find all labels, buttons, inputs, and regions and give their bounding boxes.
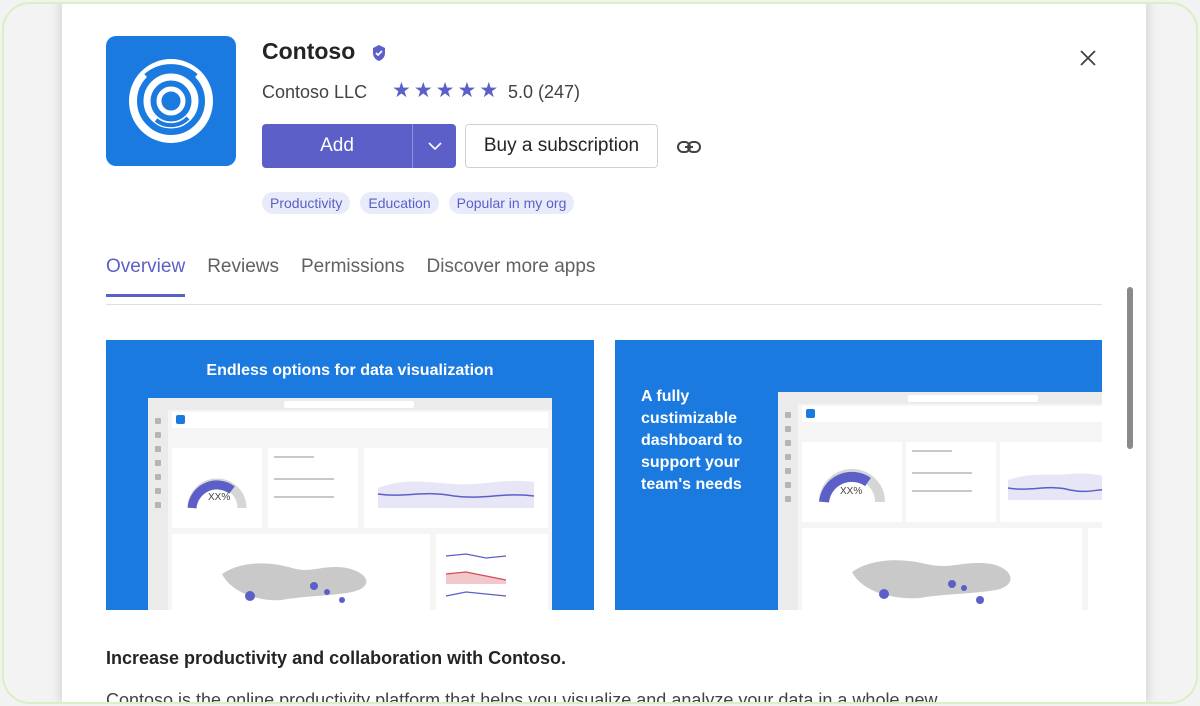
link-icon[interactable] (676, 134, 702, 160)
screenshot-card-1[interactable]: Endless options for data visualization X… (106, 340, 594, 610)
preview-gauge-card: XX% (172, 448, 262, 528)
preview-app-rail (148, 410, 168, 610)
dashboard-preview: XX% (148, 398, 552, 610)
preview-header (802, 406, 1102, 422)
concentric-rings-icon (129, 59, 213, 143)
screenshot-2-title: A fully custimizable dashboard to suppor… (641, 388, 743, 493)
gauge-value: XX% (840, 486, 863, 497)
verified-badge-icon (373, 45, 385, 61)
trend-chart-graphic (445, 553, 507, 597)
buy-subscription-button[interactable]: Buy a subscription (465, 124, 658, 168)
app-logo (106, 36, 236, 166)
preview-number-card (906, 442, 996, 522)
add-options-dropdown[interactable] (412, 124, 456, 168)
preview-trend-card (436, 534, 548, 610)
preview-header (172, 412, 548, 428)
description-heading: Increase productivity and collaboration … (106, 648, 567, 668)
tab-divider (106, 304, 1102, 305)
star-icon: ★ (392, 79, 411, 102)
tab-permissions[interactable]: Permissions (301, 256, 404, 297)
category-tags: Productivity Education Popular in my org (262, 192, 575, 214)
area-chart-graphic (1007, 473, 1102, 500)
preview-map-card (172, 534, 430, 610)
tag-productivity[interactable]: Productivity (262, 192, 351, 214)
screenshot-card-2[interactable]: A fully custimizable dashboard to suppor… (615, 340, 1102, 610)
tab-bar: Overview Reviews Permissions Discover mo… (106, 256, 595, 297)
preview-logo (806, 409, 815, 418)
preview-titlebar (148, 398, 552, 410)
publisher-name: Contoso LLC (262, 82, 368, 102)
preview-gauge-card: XX% (802, 442, 902, 522)
preview-app-rail (778, 404, 798, 610)
tab-discover-more-apps[interactable]: Discover more apps (426, 256, 595, 297)
app-title: Contoso (262, 38, 356, 64)
preview-search-bar (908, 395, 1038, 402)
add-button[interactable]: Add (262, 124, 412, 168)
star-icon: ★ (435, 79, 455, 102)
close-icon[interactable] (1078, 48, 1098, 68)
preview-trend-card (1088, 528, 1102, 610)
preview-number-card (268, 448, 358, 528)
star-icon: ★ (413, 79, 433, 102)
screenshot-1-title: Endless options for data visualization (206, 362, 494, 379)
preview-map-card (802, 528, 1082, 610)
star-icon: ★ (479, 79, 499, 102)
star-icon: ★ (457, 79, 477, 102)
tab-overview[interactable]: Overview (106, 256, 186, 297)
rating-text: 5.0 (247) (508, 82, 581, 102)
app-details-panel: Contoso Contoso LLC ★ ★ ★ ★ ★ 5.0 (247) … (62, 4, 1146, 704)
preview-area-card (1000, 442, 1102, 522)
preview-logo (176, 415, 185, 424)
tag-education[interactable]: Education (360, 192, 439, 214)
gauge-value: XX% (208, 492, 231, 503)
preview-titlebar (778, 392, 1102, 404)
preview-search-bar (284, 401, 414, 408)
world-map-graphic (852, 560, 1011, 604)
dashboard-preview: XX% (778, 392, 1102, 610)
world-map-graphic (222, 563, 367, 603)
area-chart-graphic (377, 480, 535, 508)
gauge-chart-graphic (819, 469, 885, 503)
star-rating: ★ ★ ★ ★ ★ (392, 80, 498, 102)
description-body: Contoso is the online productivity platf… (106, 690, 938, 704)
preview-area-card (364, 448, 548, 528)
chevron-down-icon (427, 142, 442, 151)
tab-reviews[interactable]: Reviews (207, 256, 279, 297)
window-frame: Contoso Contoso LLC ★ ★ ★ ★ ★ 5.0 (247) … (2, 2, 1198, 704)
tag-popular-in-my-org[interactable]: Popular in my org (448, 192, 575, 214)
panel-scrollbar[interactable] (1127, 287, 1133, 449)
